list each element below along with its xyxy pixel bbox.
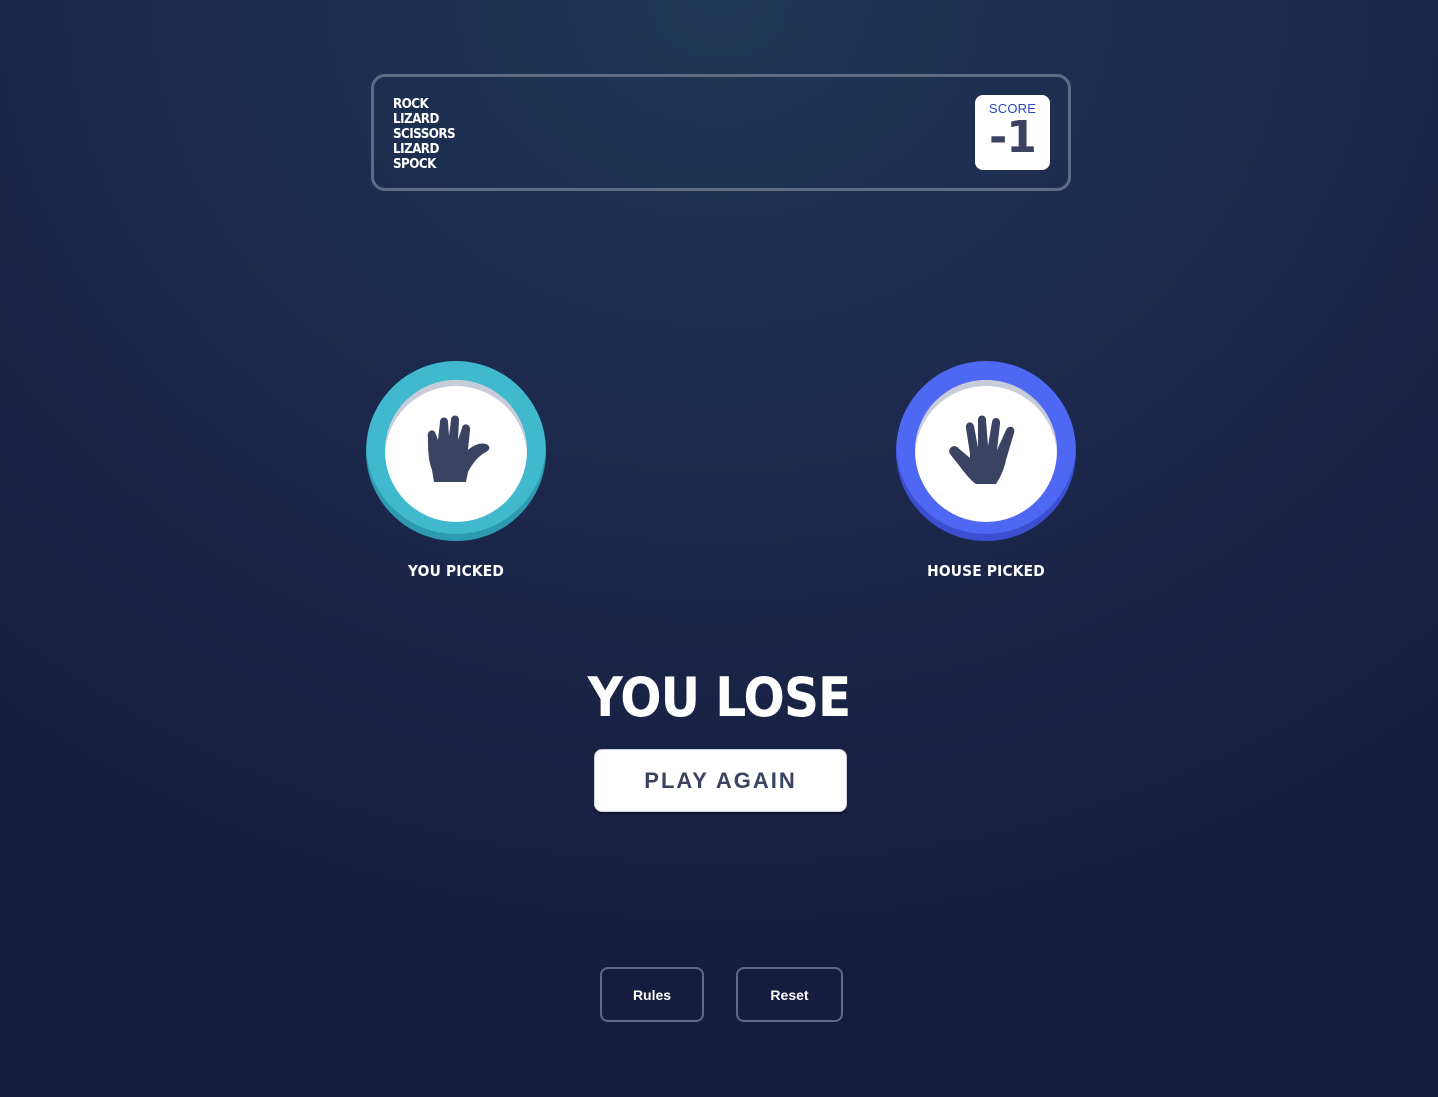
- result-text: YOU LOSE: [587, 666, 852, 729]
- play-again-button[interactable]: PLAY AGAIN: [594, 749, 847, 812]
- house-picked-label: HOUSE PICKED: [927, 562, 1045, 580]
- header-box: Rock Lizard Scissors Lizard Spock SCORE …: [371, 74, 1071, 191]
- title-word: Lizard: [393, 142, 439, 157]
- you-picked-token: [366, 361, 546, 541]
- you-picked-label: YOU PICKED: [407, 562, 505, 580]
- score-value: -1: [989, 112, 1037, 163]
- game-title: Rock Lizard Scissors Lizard Spock: [393, 97, 461, 172]
- title-word: Spock: [393, 157, 436, 172]
- reset-button[interactable]: Reset: [736, 967, 843, 1022]
- house-picked-token: [896, 361, 1076, 541]
- paper-hand-icon: [949, 415, 1015, 484]
- title-word: Scissors: [393, 127, 456, 142]
- title-word: Lizard: [393, 112, 439, 127]
- title-word: Rock: [393, 97, 429, 112]
- spock-hand-icon: [427, 415, 490, 482]
- rules-button[interactable]: Rules: [600, 967, 704, 1022]
- token-inner: [915, 380, 1057, 522]
- token-inner: [385, 380, 527, 522]
- score-box: SCORE -1: [975, 95, 1050, 170]
